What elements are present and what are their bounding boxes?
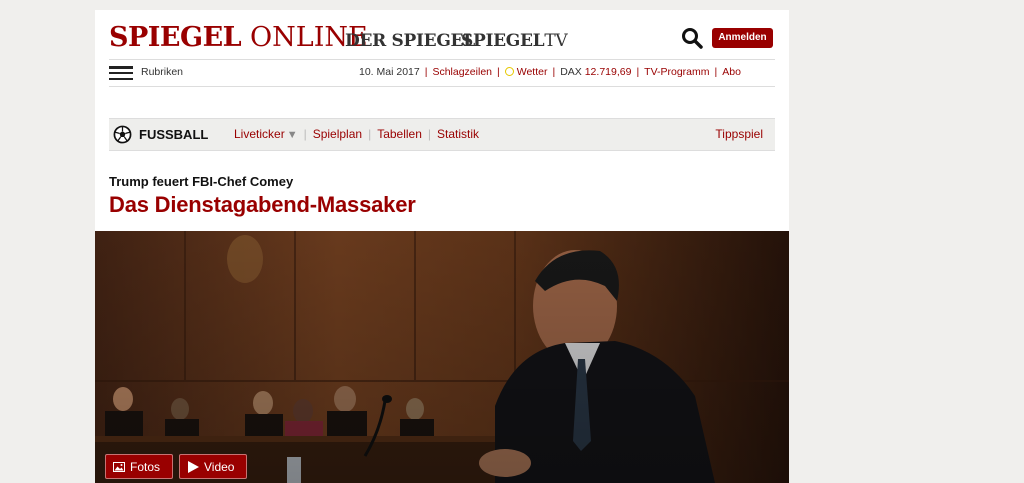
tv-programm-link[interactable]: TV-Programm xyxy=(644,66,709,78)
hero-image[interactable] xyxy=(95,231,789,483)
dax-value[interactable]: 12.719,69 xyxy=(585,66,632,78)
top-nav: Rubriken 10. Mai 2017 | Schlagzeilen | Wette… xyxy=(109,64,789,82)
soccer-ball-icon xyxy=(113,125,132,144)
article-headline[interactable]: Das Dienstagabend-Massaker xyxy=(109,192,416,218)
logo-spiegel-tv-main: SPIEGEL xyxy=(461,31,545,51)
section-bar: FUSSBALL Liveticker ▼ | Spielplan | Tabellen |… xyxy=(109,118,775,151)
sun-icon xyxy=(504,67,514,76)
video-button[interactable]: Video xyxy=(179,454,247,479)
rubriken-link[interactable]: Rubriken xyxy=(141,66,183,78)
wetter-link[interactable]: Wetter xyxy=(517,66,548,78)
tab-liveticker[interactable]: Liveticker xyxy=(234,127,285,141)
spiegel-online-logo[interactable]: SPIEGEL ONLINE xyxy=(109,22,368,53)
tab-tabellen[interactable]: Tabellen xyxy=(377,127,422,141)
logo-spiegel-text: SPIEGEL xyxy=(109,22,242,53)
photo-icon xyxy=(113,462,125,472)
abo-link[interactable]: Abo xyxy=(722,66,741,78)
page: SPIEGEL ONLINE DER SPIEGEL SPIEGELTV Anm… xyxy=(95,10,789,483)
tab-statistik[interactable]: Statistik xyxy=(437,127,479,141)
tab-spielplan[interactable]: Spielplan xyxy=(313,127,362,141)
header-divider xyxy=(109,59,775,60)
der-spiegel-logo[interactable]: DER SPIEGEL xyxy=(345,31,475,51)
brand-row: SPIEGEL ONLINE DER SPIEGEL SPIEGELTV Anm… xyxy=(109,22,775,58)
nav-meta: 10. Mai 2017 | Schlagzeilen | Wetter | DAX 12.… xyxy=(359,66,741,78)
dax-label: DAX xyxy=(560,66,582,78)
section-nav: Liveticker ▼ | Spielplan | Tabellen | Statistik xyxy=(234,127,480,141)
photos-button[interactable]: Fotos xyxy=(105,454,173,479)
schlagzeilen-link[interactable]: Schlagzeilen xyxy=(432,66,492,78)
nav-divider xyxy=(109,86,775,87)
search-icon[interactable] xyxy=(681,27,703,49)
play-icon xyxy=(188,461,199,473)
spiegel-tv-logo[interactable]: SPIEGELTV xyxy=(461,31,568,51)
hamburger-menu-icon[interactable] xyxy=(109,66,133,81)
photos-label: Fotos xyxy=(130,460,161,474)
dropdown-triangle-icon[interactable]: ▼ xyxy=(287,129,298,141)
article-kicker[interactable]: Trump feuert FBI-Chef Comey xyxy=(109,174,293,189)
section-title[interactable]: FUSSBALL xyxy=(139,127,208,142)
video-label: Video xyxy=(204,460,235,474)
login-button[interactable]: Anmelden xyxy=(712,28,773,48)
current-date: 10. Mai 2017 xyxy=(359,66,420,78)
tippspiel-link[interactable]: Tippspiel xyxy=(715,127,763,141)
logo-spiegel-tv-suffix: TV xyxy=(544,31,568,51)
